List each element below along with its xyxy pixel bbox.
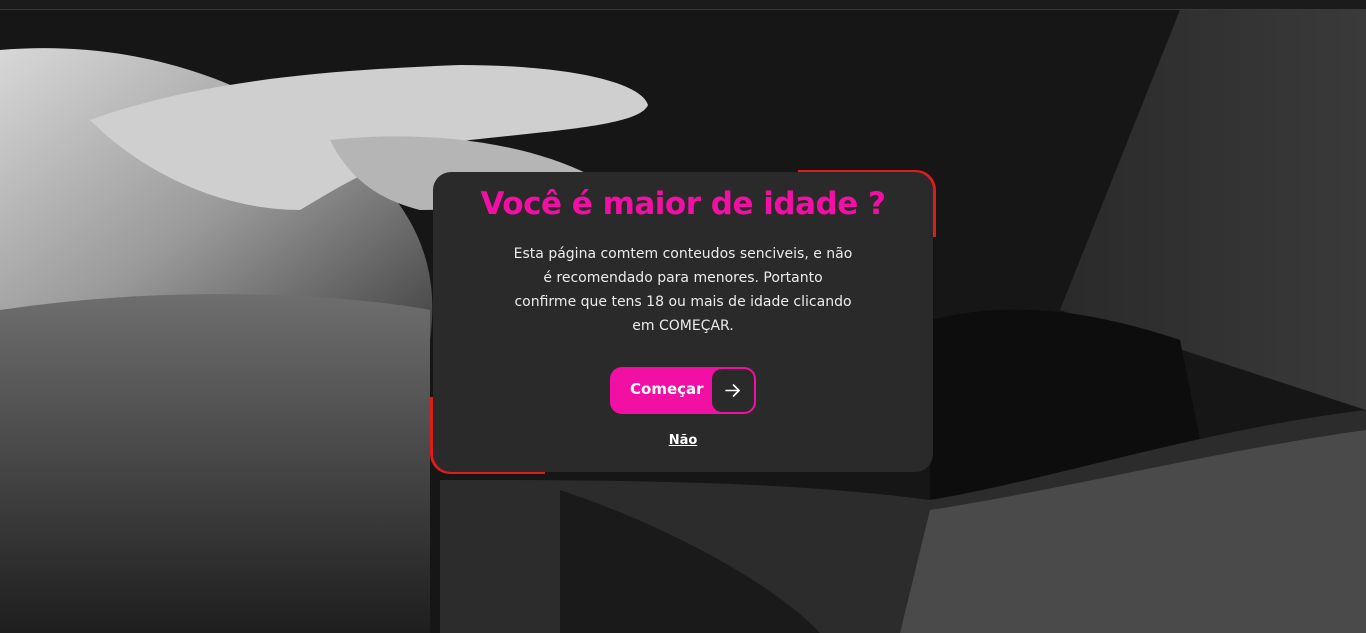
dialog-title: Você é maior de idade ? [480,186,886,222]
browser-top-strip [0,0,1366,10]
start-button-label: Começar [630,380,704,398]
arrow-right-icon [712,369,754,412]
age-gate-dialog: Você é maior de idade ? Esta página comt… [430,170,936,474]
start-button[interactable]: Começar [610,367,756,414]
dialog-description: Esta página comtem conteudos senciveis, … [513,246,853,334]
decline-link[interactable]: Não [433,433,933,448]
age-gate-card: Você é maior de idade ? Esta página comt… [433,172,933,472]
